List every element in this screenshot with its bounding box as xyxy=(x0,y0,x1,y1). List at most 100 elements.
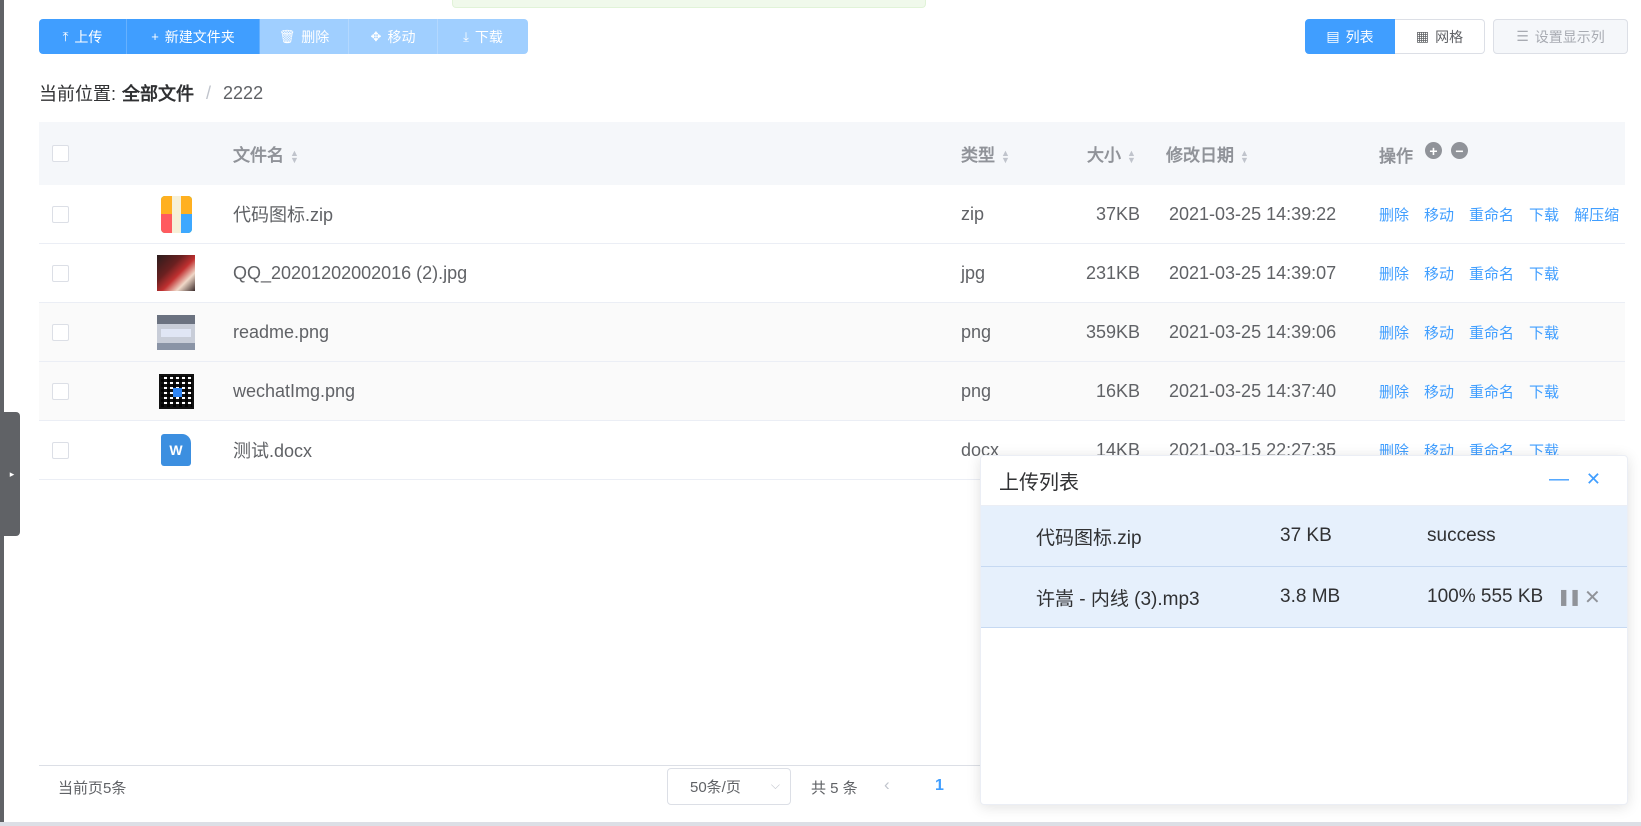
table-row[interactable]: wechatImg.png png 16KB 2021-03-25 14:37:… xyxy=(39,362,1625,421)
image-thumbnail xyxy=(157,255,195,291)
file-date: 2021-03-25 14:37:40 xyxy=(1169,380,1337,401)
remove-column-icon[interactable]: − xyxy=(1451,142,1468,159)
caret-right-icon: ▸ xyxy=(9,468,15,479)
delete-link[interactable]: 删除 xyxy=(1379,322,1409,343)
close-icon[interactable]: ✕ xyxy=(1586,469,1601,490)
move-link[interactable]: 移动 xyxy=(1424,322,1454,343)
list-icon: ▤ xyxy=(1326,28,1340,44)
grid-icon: ▦ xyxy=(1415,28,1430,44)
minimize-icon[interactable]: — xyxy=(1549,468,1569,491)
file-name[interactable]: 测试.docx xyxy=(231,437,961,463)
download-button[interactable]: ⤓ 下载 xyxy=(438,19,528,54)
file-date: 2021-03-25 14:39:07 xyxy=(1169,262,1337,283)
toolbar: ⤒ 上传 + 新建文件夹 🗑 删除 ✥ 移动 ⤓ 下载 xyxy=(39,19,528,54)
delete-link[interactable]: 删除 xyxy=(1379,263,1409,284)
header-size[interactable]: 大小 ▲ ▼ xyxy=(1067,141,1154,166)
zip-file-icon xyxy=(160,195,192,233)
table-row[interactable]: 代码图标.zip zip 37KB 2021-03-25 14:39:22 删除… xyxy=(39,185,1625,244)
file-size: 16KB xyxy=(1095,380,1140,401)
row-checkbox[interactable] xyxy=(52,205,69,223)
file-name[interactable]: wechatImg.png xyxy=(231,381,961,402)
cancel-upload-icon[interactable]: ✕ xyxy=(1584,585,1601,610)
breadcrumb-root[interactable]: 全部文件 xyxy=(122,80,194,106)
file-type: jpg xyxy=(961,262,986,283)
table-header: 文件名 ▲ ▼ 类型 ▲ ▼ 大小 ▲ ▼ 修改日期 ▲ ▼ 操作 + − xyxy=(39,122,1625,185)
upload-status: 100% 555 KB xyxy=(1427,586,1544,607)
move-link[interactable]: 移动 xyxy=(1424,381,1454,402)
new-folder-button[interactable]: + 新建文件夹 xyxy=(127,19,260,54)
upload-file-name: 许嵩 - 内线 (3).mp3 xyxy=(1036,588,1200,610)
bottom-edge xyxy=(0,822,1641,826)
row-checkbox[interactable] xyxy=(52,264,69,282)
qr-code-thumbnail xyxy=(158,373,194,409)
table-row[interactable]: readme.png png 359KB 2021-03-25 14:39:06… xyxy=(39,303,1625,362)
sidebar-expand-tab[interactable]: ▸ xyxy=(4,412,20,536)
set-columns-button[interactable]: ☰ 设置显示列 xyxy=(1493,19,1628,54)
plus-icon: + xyxy=(151,29,159,44)
header-name[interactable]: 文件名 ▲ ▼ xyxy=(231,141,961,166)
grid-view-button[interactable]: ▦ 网格 xyxy=(1395,19,1485,54)
download-link[interactable]: 下载 xyxy=(1529,263,1559,284)
upload-panel-header: 上传列表 — ✕ xyxy=(981,456,1627,506)
file-date: 2021-03-25 14:39:06 xyxy=(1169,321,1337,342)
download-link[interactable]: 下载 xyxy=(1529,381,1559,402)
rename-link[interactable]: 重命名 xyxy=(1469,204,1514,225)
chevron-down-icon: ⌵ xyxy=(770,778,780,792)
row-checkbox[interactable] xyxy=(52,323,69,341)
row-actions: 删除 移动 重命名 下载 xyxy=(1379,263,1625,284)
file-name[interactable]: readme.png xyxy=(231,322,961,343)
total-count: 共 5 条 xyxy=(811,780,858,797)
file-date: 2021-03-25 14:39:22 xyxy=(1169,203,1337,224)
upload-status: success xyxy=(1427,525,1496,546)
list-view-button[interactable]: ▤ 列表 xyxy=(1305,19,1395,54)
file-table: 文件名 ▲ ▼ 类型 ▲ ▼ 大小 ▲ ▼ 修改日期 ▲ ▼ 操作 + − 代码图标.zip z… xyxy=(39,122,1625,480)
download-link[interactable]: 下载 xyxy=(1529,204,1559,225)
sort-icon: ▲ ▼ xyxy=(1127,147,1136,165)
delete-link[interactable]: 删除 xyxy=(1379,204,1409,225)
breadcrumb-prefix: 当前位置: xyxy=(39,84,117,104)
image-thumbnail xyxy=(157,314,195,350)
header-type[interactable]: 类型 ▲ ▼ xyxy=(961,141,1067,166)
rename-link[interactable]: 重命名 xyxy=(1469,322,1514,343)
upload-item: 代码图标.zip 37 KB success xyxy=(981,506,1627,567)
delete-button[interactable]: 🗑 删除 xyxy=(260,19,349,54)
current-page-count: 当前页5条 xyxy=(58,780,127,797)
prev-page-icon[interactable]: ‹ xyxy=(884,775,890,795)
select-all-checkbox[interactable] xyxy=(52,145,69,162)
breadcrumb: 当前位置: 全部文件 / 2222 xyxy=(39,80,263,106)
upload-file-size: 3.8 MB xyxy=(1280,586,1341,607)
row-checkbox[interactable] xyxy=(52,382,69,400)
add-column-icon[interactable]: + xyxy=(1425,142,1442,159)
file-size: 37KB xyxy=(1095,203,1140,224)
page-number-current[interactable]: 1 xyxy=(935,777,944,795)
header-date[interactable]: 修改日期 ▲ ▼ xyxy=(1154,141,1379,166)
upload-item: 许嵩 - 内线 (3).mp3 3.8 MB 100% 555 KB ❚❚ ✕ xyxy=(981,567,1627,628)
file-name[interactable]: QQ_20201202002016 (2).jpg xyxy=(231,263,961,284)
file-type: png xyxy=(961,321,992,342)
row-actions: 删除 移动 重命名 下载 xyxy=(1379,322,1625,343)
move-link[interactable]: 移动 xyxy=(1424,204,1454,225)
file-type: zip xyxy=(961,203,985,224)
table-row[interactable]: QQ_20201202002016 (2).jpg jpg 231KB 2021… xyxy=(39,244,1625,303)
upload-button[interactable]: ⤒ 上传 xyxy=(39,19,127,54)
row-checkbox[interactable] xyxy=(52,441,69,459)
download-icon: ⤓ xyxy=(463,28,469,44)
file-size: 359KB xyxy=(1085,321,1140,342)
unzip-link[interactable]: 解压缩 xyxy=(1574,204,1619,225)
file-type: png xyxy=(961,380,992,401)
download-link[interactable]: 下载 xyxy=(1529,322,1559,343)
rename-link[interactable]: 重命名 xyxy=(1469,263,1514,284)
breadcrumb-separator: / xyxy=(206,82,212,103)
page-size-select[interactable]: 50条/页 ⌵ xyxy=(667,768,791,805)
move-link[interactable]: 移动 xyxy=(1424,263,1454,284)
sort-icon: ▲ ▼ xyxy=(1240,147,1249,165)
rename-link[interactable]: 重命名 xyxy=(1469,381,1514,402)
view-mode-group: ▤ 列表 ▦ 网格 xyxy=(1305,19,1485,54)
file-name[interactable]: 代码图标.zip xyxy=(231,201,961,227)
row-actions: 删除 移动 重命名 下载 xyxy=(1379,381,1625,402)
delete-link[interactable]: 删除 xyxy=(1379,381,1409,402)
header-ops: 操作 + − xyxy=(1379,140,1625,167)
sort-icon: ▲ ▼ xyxy=(1001,147,1010,165)
pause-icon[interactable]: ❚❚ xyxy=(1557,587,1582,607)
move-button[interactable]: ✥ 移动 xyxy=(349,19,438,54)
